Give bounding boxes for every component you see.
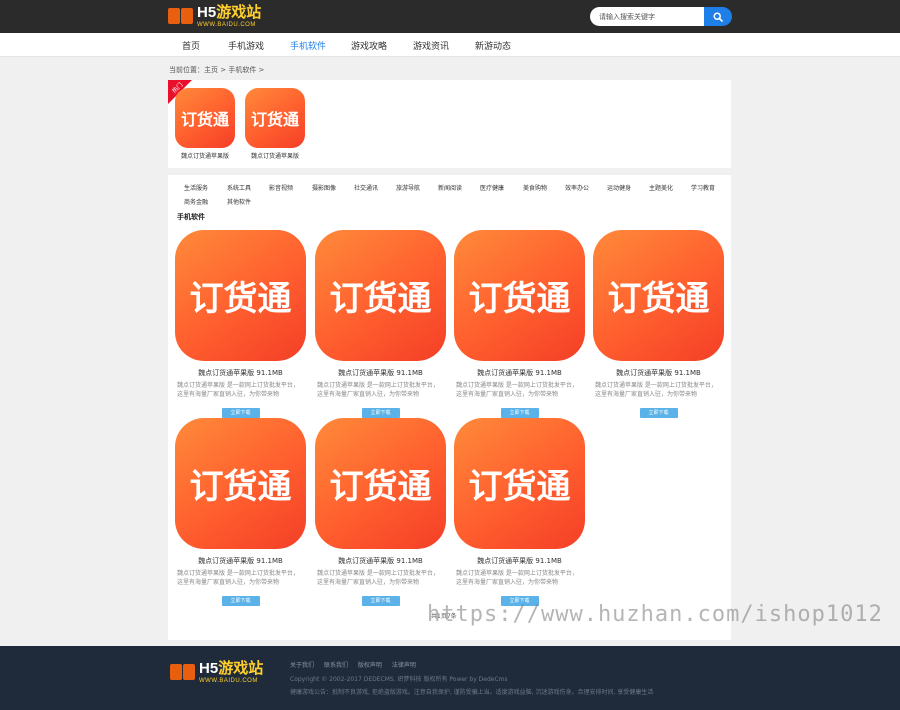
category-link[interactable]: 医疗健康 — [480, 183, 504, 192]
footer-links: 关于我们 联系我们 版权声明 法律声明 — [290, 660, 424, 669]
breadcrumb: 当前位置：主页 > 手机软件 > — [169, 66, 265, 74]
nav-item-new-games[interactable]: 新游动态 — [475, 39, 511, 52]
app-card[interactable]: 订货通 魏点订货通苹果版 91.1MB 魏点订货通苹果版 是一款网上订货批发平台… — [454, 418, 585, 606]
app-icon[interactable]: 订货通 — [175, 230, 306, 361]
featured-panel: 热门 订货通 魏点订货通苹果版 订货通 魏点订货通苹果版 — [168, 80, 731, 168]
nav-item-home[interactable]: 首页 — [182, 39, 200, 52]
app-icon[interactable]: 订货通 — [593, 230, 724, 361]
download-button[interactable]: 立即下载 — [361, 596, 400, 606]
site-logo[interactable]: H5游戏站 WWW.BAIDU.COM — [168, 3, 261, 30]
category-link[interactable]: 影音视频 — [269, 183, 293, 192]
download-button[interactable]: 立即下载 — [639, 408, 678, 418]
featured-caption[interactable]: 魏点订货通苹果版 — [175, 151, 235, 160]
category-link[interactable]: 新闻阅读 — [438, 183, 462, 192]
footer-link-legal[interactable]: 法律声明 — [392, 662, 416, 669]
footer-link-about[interactable]: 关于我们 — [290, 662, 314, 669]
app-card[interactable]: 订货通 魏点订货通苹果版 91.1MB 魏点订货通苹果版 是一款网上订货批发平台… — [593, 230, 724, 418]
category-link[interactable]: 系统工具 — [227, 183, 251, 192]
site-footer: H5游戏站 WWW.BAIDU.COM 关于我们 联系我们 版权声明 法律声明 … — [0, 646, 900, 710]
category-link[interactable]: 社交通讯 — [354, 183, 378, 192]
app-title[interactable]: 魏点订货通苹果版 91.1MB — [593, 368, 724, 378]
category-link[interactable]: 运动健身 — [607, 183, 631, 192]
app-description: 魏点订货通苹果版 是一款网上订货批发平台，这里有海量厂家直销入驻，为你带来物 — [177, 382, 299, 398]
category-link[interactable]: 学习教育 — [691, 183, 715, 192]
app-title[interactable]: 魏点订货通苹果版 91.1MB — [175, 556, 306, 566]
featured-caption[interactable]: 魏点订货通苹果版 — [245, 151, 305, 160]
logo-sub-text: WWW.BAIDU.COM — [197, 22, 256, 28]
footer-link-copyright[interactable]: 版权声明 — [358, 662, 382, 669]
app-title[interactable]: 魏点订货通苹果版 91.1MB — [454, 368, 585, 378]
nav-item-mobile-games[interactable]: 手机游戏 — [228, 39, 264, 52]
search-box — [590, 7, 732, 26]
app-card[interactable]: 订货通 魏点订货通苹果版 91.1MB 魏点订货通苹果版 是一款网上订货批发平台… — [175, 230, 306, 418]
app-title[interactable]: 魏点订货通苹果版 91.1MB — [454, 556, 585, 566]
app-description: 魏点订货通苹果版 是一款网上订货批发平台，这里有海量厂家直销入驻，为你带来物 — [317, 570, 439, 586]
logo-mark-icon — [168, 6, 194, 28]
app-card[interactable]: 订货通 魏点订货通苹果版 91.1MB 魏点订货通苹果版 是一款网上订货批发平台… — [175, 418, 306, 606]
featured-item[interactable]: 订货通 魏点订货通苹果版 — [175, 88, 235, 160]
app-card[interactable]: 订货通 魏点订货通苹果版 91.1MB 魏点订货通苹果版 是一款网上订货批发平台… — [315, 418, 446, 606]
footer-link-contact[interactable]: 联系我们 — [324, 662, 348, 669]
logo-main-text: H5 — [199, 660, 219, 677]
app-icon[interactable]: 订货通 — [454, 230, 585, 361]
logo-main-text: H5 — [197, 4, 217, 21]
category-link[interactable]: 其他软件 — [227, 197, 251, 206]
app-icon[interactable]: 订货通 — [245, 88, 305, 148]
featured-item[interactable]: 订货通 魏点订货通苹果版 — [245, 88, 305, 160]
main-nav: 首页 手机游戏 手机软件 游戏攻略 游戏资讯 新游动态 — [0, 33, 900, 57]
app-icon[interactable]: 订货通 — [175, 88, 235, 148]
category-link[interactable]: 效率办公 — [565, 183, 589, 192]
category-link[interactable]: 摄影图像 — [312, 183, 336, 192]
app-description: 魏点订货通苹果版 是一款网上订货批发平台，这里有海量厂家直销入驻，为你带来物 — [456, 382, 578, 398]
app-description: 魏点订货通苹果版 是一款网上订货批发平台，这里有海量厂家直销入驻，为你带来物 — [595, 382, 717, 398]
logo-mark-icon — [170, 662, 196, 684]
app-description: 魏点订货通苹果版 是一款网上订货批发平台，这里有海量厂家直销入驻，为你带来物 — [317, 382, 439, 398]
search-icon — [713, 11, 723, 22]
app-description: 魏点订货通苹果版 是一款网上订货批发平台，这里有海量厂家直销入驻，为你带来物 — [456, 570, 578, 586]
download-button[interactable]: 立即下载 — [500, 408, 539, 418]
nav-item-mobile-software[interactable]: 手机软件 — [290, 39, 326, 52]
category-link[interactable]: 主题美化 — [649, 183, 673, 192]
app-title[interactable]: 魏点订货通苹果版 91.1MB — [315, 556, 446, 566]
logo-sub-text: WWW.BAIDU.COM — [199, 678, 258, 684]
app-description: 魏点订货通苹果版 是一款网上订货批发平台，这里有海量厂家直销入驻，为你带来物 — [177, 570, 299, 586]
top-bar: H5游戏站 WWW.BAIDU.COM — [0, 0, 900, 33]
nav-item-game-news[interactable]: 游戏资讯 — [413, 39, 449, 52]
category-link[interactable]: 美食购物 — [523, 183, 547, 192]
software-list-panel: 生活服务 系统工具 影音视频 摄影图像 社交通讯 旅游导航 新闻阅读 医疗健康 … — [168, 175, 731, 640]
nav-item-game-guides[interactable]: 游戏攻略 — [351, 39, 387, 52]
app-title[interactable]: 魏点订货通苹果版 91.1MB — [315, 368, 446, 378]
app-icon[interactable]: 订货通 — [175, 418, 306, 549]
category-link[interactable]: 商务金融 — [184, 197, 208, 206]
logo-accent-text: 游戏站 — [216, 4, 262, 21]
app-title[interactable]: 魏点订货通苹果版 91.1MB — [175, 368, 306, 378]
app-card[interactable]: 订货通 魏点订货通苹果版 91.1MB 魏点订货通苹果版 是一款网上订货批发平台… — [315, 230, 446, 418]
download-button[interactable]: 立即下载 — [361, 408, 400, 418]
section-title: 手机软件 — [177, 213, 205, 221]
search-input[interactable] — [590, 7, 704, 26]
footer-notice: 健康游戏公告：抵制不良游戏, 拒绝盗版游戏。注意自我保护, 谨防受骗上当。适度游… — [290, 689, 654, 696]
app-card[interactable]: 订货通 魏点订货通苹果版 91.1MB 魏点订货通苹果版 是一款网上订货批发平台… — [454, 230, 585, 418]
app-icon[interactable]: 订货通 — [315, 418, 446, 549]
search-button[interactable] — [704, 7, 732, 26]
app-icon[interactable]: 订货通 — [454, 418, 585, 549]
download-button[interactable]: 立即下载 — [221, 408, 260, 418]
download-button[interactable]: 立即下载 — [221, 596, 260, 606]
watermark: https://www.huzhan.com/ishop1012 — [427, 602, 883, 627]
app-icon[interactable]: 订货通 — [315, 230, 446, 361]
footer-logo[interactable]: H5游戏站 WWW.BAIDU.COM — [170, 659, 263, 686]
category-link[interactable]: 生活服务 — [184, 183, 208, 192]
footer-copyright: Copyright © 2002-2017 DEDECMS. 织梦科技 版权所有… — [290, 676, 508, 683]
category-link[interactable]: 旅游导航 — [396, 183, 420, 192]
logo-accent-text: 游戏站 — [218, 660, 264, 677]
